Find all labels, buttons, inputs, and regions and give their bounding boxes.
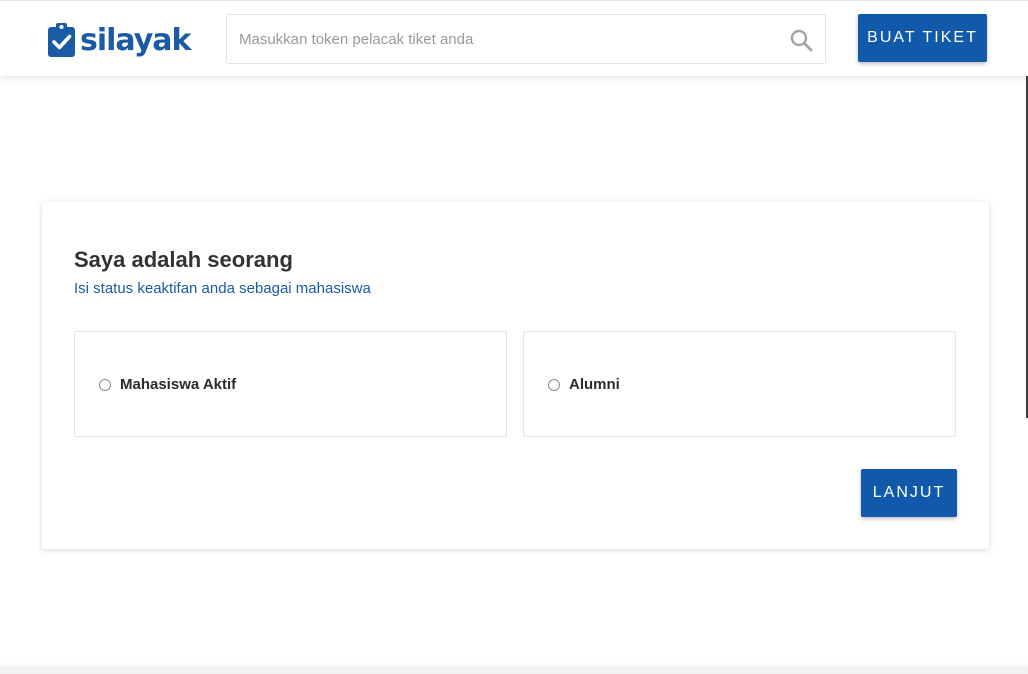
page: silayak BUAT TIKET Saya adalah seorang I…: [0, 0, 1028, 674]
search-icon[interactable]: [789, 28, 813, 52]
form-subtitle: Isi status keaktifan anda sebagai mahasi…: [74, 280, 371, 297]
clipboard-check-icon: [48, 23, 75, 57]
form-title: Saya adalah seorang: [74, 247, 293, 272]
ticket-search-box: [226, 14, 826, 64]
option-mahasiswa-aktif[interactable]: Mahasiswa Aktif: [74, 331, 507, 437]
radio-unchecked-icon[interactable]: [548, 379, 560, 391]
top-header: silayak BUAT TIKET: [0, 0, 1028, 76]
option-alumni[interactable]: Alumni: [523, 331, 956, 437]
next-button[interactable]: LANJUT: [861, 469, 957, 517]
create-ticket-button[interactable]: BUAT TIKET: [858, 14, 987, 62]
status-form-card: Saya adalah seorang Isi status keaktifan…: [42, 202, 989, 549]
ticket-token-search-input[interactable]: [227, 15, 767, 63]
logo[interactable]: silayak: [47, 21, 191, 59]
radio-unchecked-icon[interactable]: [99, 379, 111, 391]
logo-text: silayak: [80, 23, 191, 58]
option-label: Alumni: [569, 376, 620, 393]
footer-edge: [0, 668, 1028, 674]
option-label: Mahasiswa Aktif: [120, 376, 237, 393]
